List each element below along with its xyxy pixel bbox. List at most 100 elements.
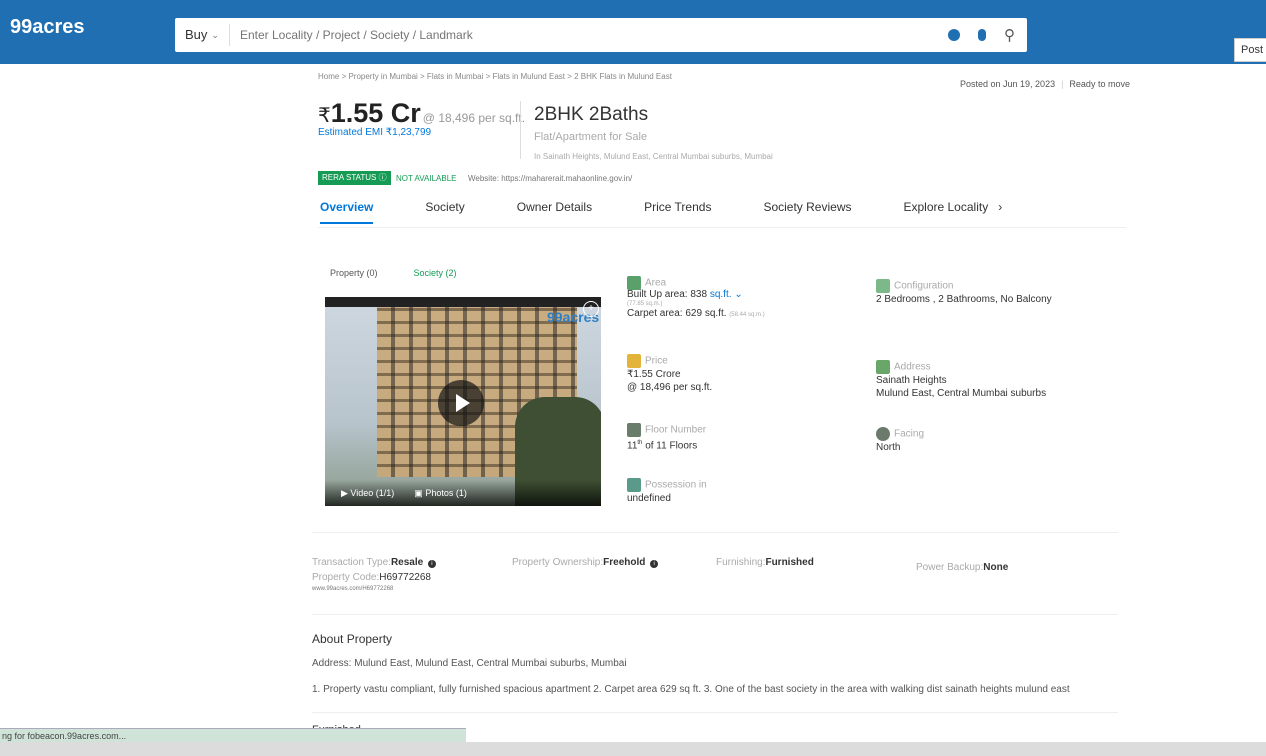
possession-value: undefined <box>627 493 671 504</box>
feature-address: Address Sainath Heights Mulund East, Cen… <box>876 360 1046 400</box>
ready-status: Ready to move <box>1069 79 1130 89</box>
feature-configuration: Configuration 2 Bedrooms , 2 Bathrooms, … <box>876 279 1052 306</box>
floor-suffix: th <box>637 440 643 446</box>
address-line2: Mulund East, Central Mumbai suburbs <box>876 388 1047 399</box>
posted-info: Posted on Jun 19, 2023 | Ready to move <box>960 79 1130 89</box>
transaction-value: Resale <box>390 557 424 568</box>
rera-badge-label: RERA STATUS <box>322 173 377 182</box>
tab-price-trends[interactable]: Price Trends <box>644 200 711 224</box>
price-label: Price <box>645 355 668 367</box>
chevron-down-icon: ⌄ <box>734 289 743 300</box>
tab-explore-locality-label: Explore Locality <box>903 200 989 214</box>
price: ₹1.55 Cr @ 18,496 per sq.ft. <box>318 98 525 129</box>
floor-total: of 11 Floors <box>645 440 698 452</box>
backup-label: Power Backup: <box>916 562 984 573</box>
backup-value: None <box>983 562 1009 573</box>
unit-dropdown[interactable]: sq.ft. ⌄ <box>710 289 743 300</box>
photo-icon: ▣ <box>414 487 426 498</box>
chevron-down-icon: ⌄ <box>211 30 219 40</box>
tab-owner-details[interactable]: Owner Details <box>517 200 592 224</box>
tab-explore-locality[interactable]: Explore Locality › <box>903 200 1002 224</box>
configuration-label: Configuration <box>894 280 954 292</box>
transaction-label: Transaction Type: <box>312 557 391 568</box>
about-address: Address: Mulund East, Mulund East, Centr… <box>312 658 627 669</box>
media-tab-society[interactable]: Society (2) <box>414 268 457 278</box>
about-description: 1. Property vastu compliant, fully furni… <box>312 684 1070 695</box>
photos-count[interactable]: ▣ Photos (1) <box>414 488 467 499</box>
address-label: Address <box>894 361 931 373</box>
tabs-divider <box>318 227 1126 228</box>
media-counts: ▶ Video (1/1) ▣ Photos (1) <box>325 480 601 506</box>
chevron-right-icon: › <box>998 200 1003 214</box>
estimated-emi[interactable]: Estimated EMI ₹1,23,799 <box>318 127 431 138</box>
logo[interactable]: 99acres <box>10 16 85 39</box>
feature-facing: Facing North <box>876 427 924 454</box>
calendar-icon <box>627 478 641 492</box>
search-bar: Buy ⌄ ⚲ <box>175 18 1027 52</box>
listing-location: In Sainath Heights, Mulund East, Central… <box>534 152 773 161</box>
video-count[interactable]: ▶ Video (1/1) <box>341 488 394 499</box>
listing-title: 2BHK 2Baths <box>534 104 649 125</box>
info-icon[interactable]: i <box>650 560 659 568</box>
location-icon[interactable] <box>948 29 960 41</box>
area-label: Area <box>645 277 667 289</box>
info-icon: ⓘ <box>378 173 387 182</box>
furnishing-value: Furnished <box>765 557 814 568</box>
price-value: 1.55 Cr <box>330 98 421 128</box>
power-backup: Power Backup:None <box>916 562 1008 573</box>
bed-icon <box>876 279 890 293</box>
info-icon[interactable]: i <box>427 560 436 568</box>
unit-label: sq.ft. <box>709 289 732 300</box>
price-per-sqft: @ 18,496 per sq.ft. <box>422 111 526 125</box>
signpost-icon <box>876 360 890 374</box>
bottom-bar <box>0 742 1266 756</box>
search-input[interactable] <box>229 28 948 42</box>
play-icon[interactable] <box>438 380 484 426</box>
media-tabs: Property (0) Society (2) <box>330 268 457 278</box>
mic-icon[interactable] <box>978 29 986 41</box>
compass-icon <box>876 427 890 441</box>
tab-society[interactable]: Society <box>425 200 464 224</box>
carpet-area: Carpet area: 629 sq.ft. <box>627 308 727 319</box>
top-header: 99acres Buy ⌄ ⚲ Post <box>0 0 1266 64</box>
browser-status-bar: ng for fobeacon.99acres.com... <box>0 728 466 742</box>
divider <box>312 532 1118 533</box>
feature-floor: Floor Number 11th of 11 Floors <box>627 423 706 452</box>
buy-dropdown[interactable]: Buy ⌄ <box>175 24 230 46</box>
property-media[interactable]: 99acres + ▶ Video (1/1) ▣ Photos (1) <box>325 297 601 506</box>
feature-area: Area Built Up area: 838 sq.ft. ⌄ (77.85 … <box>627 276 765 322</box>
feature-possession: Possession in undefined <box>627 478 707 505</box>
breadcrumb[interactable]: Home > Property in Mumbai > Flats in Mum… <box>318 72 672 81</box>
section-tabs: Overview Society Owner Details Price Tre… <box>320 200 1054 224</box>
feature-price: Price ₹1.55 Crore @ 18,496 per sq.ft. <box>627 354 712 394</box>
code-value: H69772268 <box>379 572 431 583</box>
media-tab-property[interactable]: Property (0) <box>330 268 378 278</box>
price-crore: ₹1.55 Crore <box>627 369 681 380</box>
rera-badge[interactable]: RERA STATUS ⓘ <box>318 171 391 185</box>
ownership-value: Freehold <box>603 557 646 568</box>
facing-value: North <box>876 442 901 453</box>
price-tag-icon <box>627 354 641 368</box>
configuration-value: 2 Bedrooms , 2 Bathrooms, No Balcony <box>876 294 1052 305</box>
rera-website[interactable]: Website: https://maharerait.mahaonline.g… <box>468 174 632 183</box>
tab-overview[interactable]: Overview <box>320 200 374 224</box>
ownership-label: Property Ownership: <box>512 557 604 568</box>
furnishing-label: Furnishing: <box>716 557 766 568</box>
property-url[interactable]: www.99acres.com/H69772268 <box>312 586 393 592</box>
tab-society-reviews[interactable]: Society Reviews <box>763 200 851 224</box>
floor-label: Floor Number <box>645 424 707 436</box>
photo-top-bar <box>325 297 601 307</box>
furnishing: Furnishing:Furnished <box>716 557 814 568</box>
stairs-icon <box>627 423 641 437</box>
zoom-icon[interactable]: + <box>583 301 599 317</box>
divider <box>520 101 521 159</box>
posted-date: Posted on Jun 19, 2023 <box>960 79 1056 89</box>
search-icon[interactable]: ⚲ <box>1004 26 1015 44</box>
post-property-button[interactable]: Post <box>1234 38 1266 62</box>
divider <box>312 614 1118 615</box>
about-title: About Property <box>312 632 393 646</box>
builtup-area: Built Up area: 838 <box>627 289 708 300</box>
video-label: Video (1/1) <box>350 487 395 498</box>
transaction-type: Transaction Type:Resale i <box>312 557 436 568</box>
video-icon: ▶ <box>341 487 351 498</box>
